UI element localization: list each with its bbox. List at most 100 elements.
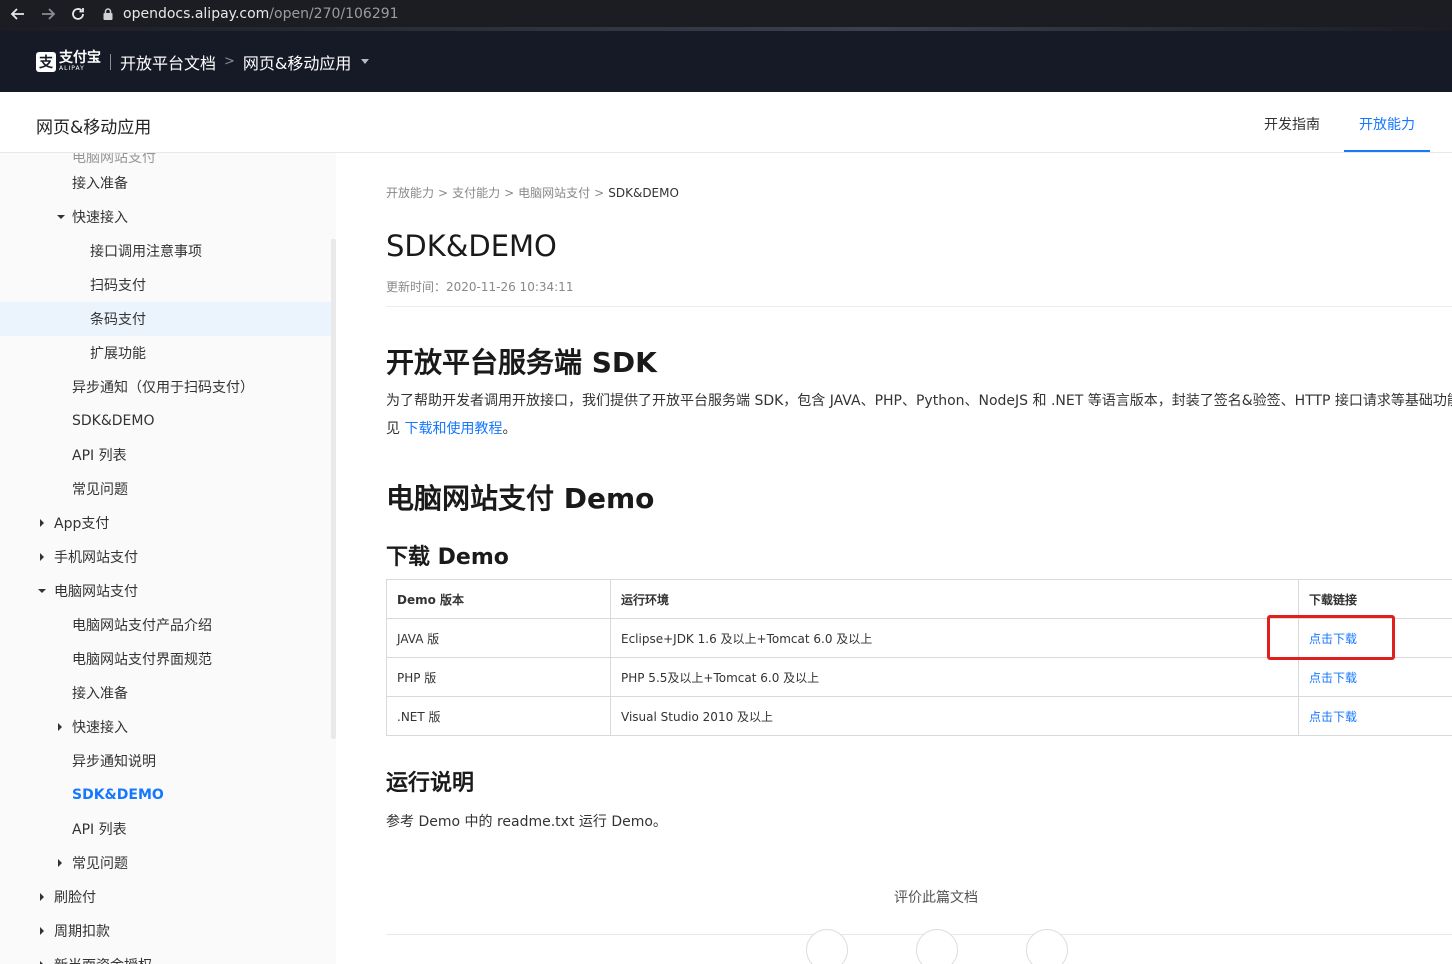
header-crumb-separator: > [224, 54, 235, 69]
sidebar-item[interactable]: 异步通知说明 [0, 744, 332, 778]
sidebar-item-label: 新当面资金授权 [54, 955, 152, 964]
alipay-logo[interactable]: 支 支付宝 ALIPAY [36, 51, 101, 72]
sidebar-item-label: 电脑网站支付产品介绍 [72, 618, 212, 634]
table-cell-download: 点击下载 [1298, 657, 1452, 697]
sidebar-item-collapsed[interactable]: 常见问题 [0, 846, 332, 880]
breadcrumb-item[interactable]: 开放能力 [386, 186, 434, 200]
forward-button[interactable] [33, 0, 63, 28]
sidebar-item[interactable]: 接口调用注意事项 [0, 234, 332, 268]
section-title: 网页&移动应用 [36, 118, 152, 138]
sidebar-item-label: API 列表 [72, 448, 127, 464]
breadcrumb-item[interactable]: 支付能力 [452, 186, 500, 200]
sidebar-item[interactable]: 扫码支付 [0, 268, 332, 302]
tab-open-capabilities[interactable]: 开放能力 [1359, 114, 1415, 134]
sidebar-item-label: 扫码支付 [90, 278, 146, 294]
breadcrumb-current: SDK&DEMO [608, 186, 679, 200]
sdk-see-text: 见 [386, 421, 405, 437]
browser-toolbar: opendocs.alipay.com/open/270/106291 [0, 0, 1452, 28]
breadcrumb: 开放能力 > 支付能力 > 电脑网站支付 > SDK&DEMO [386, 184, 679, 201]
sidebar-item-label: 接入准备 [72, 686, 128, 702]
sidebar-item-collapsed[interactable]: 快速接入 [0, 710, 332, 744]
sidebar-item[interactable]: 扩展功能 [0, 336, 332, 370]
reload-button[interactable] [63, 0, 93, 28]
sdk-see-line: 见 下载和使用教程。 [386, 418, 516, 438]
download-demo-heading: 下载 Demo [386, 545, 509, 570]
sidebar-item-label: 快速接入 [72, 210, 128, 226]
sidebar-item[interactable]: 异步通知（仅用于扫码支付） [0, 370, 332, 404]
caret-right-icon [40, 893, 44, 901]
active-tab-indicator [1344, 150, 1430, 152]
table-cell: PHP 5.5及以上+Tomcat 6.0 及以上 [610, 657, 1299, 697]
caret-down-icon [38, 589, 46, 593]
sidebar-item[interactable]: 接入准备 [0, 166, 332, 200]
sidebar-item-expanded[interactable]: 快速接入 [0, 200, 332, 234]
sidebar-item[interactable]: SDK&DEMO [0, 404, 332, 438]
table-cell: Eclipse+JDK 1.6 及以上+Tomcat 6.0 及以上 [610, 618, 1299, 658]
sidebar-item[interactable]: 电脑网站支付产品介绍 [0, 608, 332, 642]
sidebar-item-collapsed[interactable]: 周期扣款 [0, 914, 332, 948]
alipay-logo-icon: 支 [36, 51, 56, 72]
rate-option-button[interactable] [806, 929, 848, 964]
sidebar-item-label: 异步通知（仅用于扫码支付） [72, 380, 254, 396]
sidebar-item-label: 手机网站支付 [54, 550, 138, 566]
sidebar-item-hovered[interactable]: 条码支付 [0, 302, 332, 336]
tab-dev-guide[interactable]: 开发指南 [1264, 114, 1320, 134]
table-cell: Visual Studio 2010 及以上 [610, 696, 1299, 736]
sidebar-item-collapsed[interactable]: App支付 [0, 506, 332, 540]
sidebar-item-label: App支付 [54, 516, 110, 532]
rate-option-button[interactable] [916, 929, 958, 964]
reload-icon [72, 8, 84, 20]
arrow-left-icon [10, 8, 24, 20]
sidebar-item-cut-off[interactable]: 电脑网站支付 [72, 153, 156, 167]
sidebar-item-label: 快速接入 [72, 720, 128, 736]
sdk-end-text: 。 [502, 421, 517, 437]
rate-doc-label: 评价此篇文档 [894, 890, 978, 906]
download-link-php[interactable]: 点击下载 [1309, 671, 1357, 685]
address-bar[interactable]: opendocs.alipay.com/open/270/106291 [101, 0, 399, 28]
app-switcher[interactable]: 网页&移动应用 [243, 50, 351, 74]
rate-option-button[interactable] [1026, 929, 1068, 964]
sidebar-item-expanded[interactable]: 电脑网站支付 [0, 574, 332, 608]
sidebar-item-label: 常见问题 [72, 482, 128, 498]
footer-divider [386, 934, 1452, 935]
caret-right-icon [58, 859, 62, 867]
sidebar-item-label: 接入准备 [72, 176, 128, 192]
table-cell: JAVA 版 [386, 618, 611, 658]
table-row: .NET 版 Visual Studio 2010 及以上 点击下载 [386, 696, 1452, 736]
column-header: 下载链接 [1298, 579, 1452, 619]
demo-heading: 电脑网站支付 Demo [386, 482, 655, 515]
run-heading: 运行说明 [386, 771, 475, 796]
breadcrumb-item[interactable]: 电脑网站支付 [518, 186, 590, 200]
sidebar-item-label: 扩展功能 [90, 346, 146, 362]
page-title: SDK&DEMO [386, 229, 557, 263]
update-time: 更新时间：2020-11-26 10:34:11 [386, 280, 574, 294]
sidebar-item-label: 周期扣款 [54, 924, 110, 940]
sidebar-item-collapsed[interactable]: 新当面资金授权 [0, 948, 332, 964]
site-title[interactable]: 开放平台文档 [120, 50, 216, 74]
breadcrumb-separator: > [594, 186, 605, 200]
sidebar-item-selected[interactable]: SDK&DEMO [0, 778, 332, 812]
download-link-dotnet[interactable]: 点击下载 [1309, 710, 1357, 724]
sidebar-item[interactable]: 接入准备 [0, 676, 332, 710]
caret-right-icon [40, 519, 44, 527]
sidebar-item[interactable]: 电脑网站支付界面规范 [0, 642, 332, 676]
table-header-row: Demo 版本 运行环境 下载链接 [386, 579, 1452, 619]
sdk-description: 为了帮助开发者调用开放接口，我们提供了开放平台服务端 SDK，包含 JAVA、P… [386, 393, 1452, 409]
url-host: opendocs.alipay.com [123, 6, 270, 22]
table-cell: .NET 版 [386, 696, 611, 736]
caret-down-icon[interactable] [361, 59, 370, 64]
sidebar-item[interactable]: 常见问题 [0, 472, 332, 506]
sidebar-item-label: SDK&DEMO [72, 787, 164, 803]
table-cell: PHP 版 [386, 657, 611, 697]
sidebar-item-label: 常见问题 [72, 856, 128, 872]
arrow-right-icon [42, 8, 56, 20]
sidebar-item-label: 接口调用注意事项 [90, 244, 202, 260]
breadcrumb-separator: > [438, 186, 449, 200]
back-button[interactable] [3, 0, 33, 28]
sidebar-item-collapsed[interactable]: 刷脸付 [0, 880, 332, 914]
title-divider [386, 306, 1452, 307]
sidebar-item[interactable]: API 列表 [0, 438, 332, 472]
download-tutorial-link[interactable]: 下载和使用教程 [404, 421, 502, 437]
sidebar-item-collapsed[interactable]: 手机网站支付 [0, 540, 332, 574]
sidebar-item[interactable]: API 列表 [0, 812, 332, 846]
